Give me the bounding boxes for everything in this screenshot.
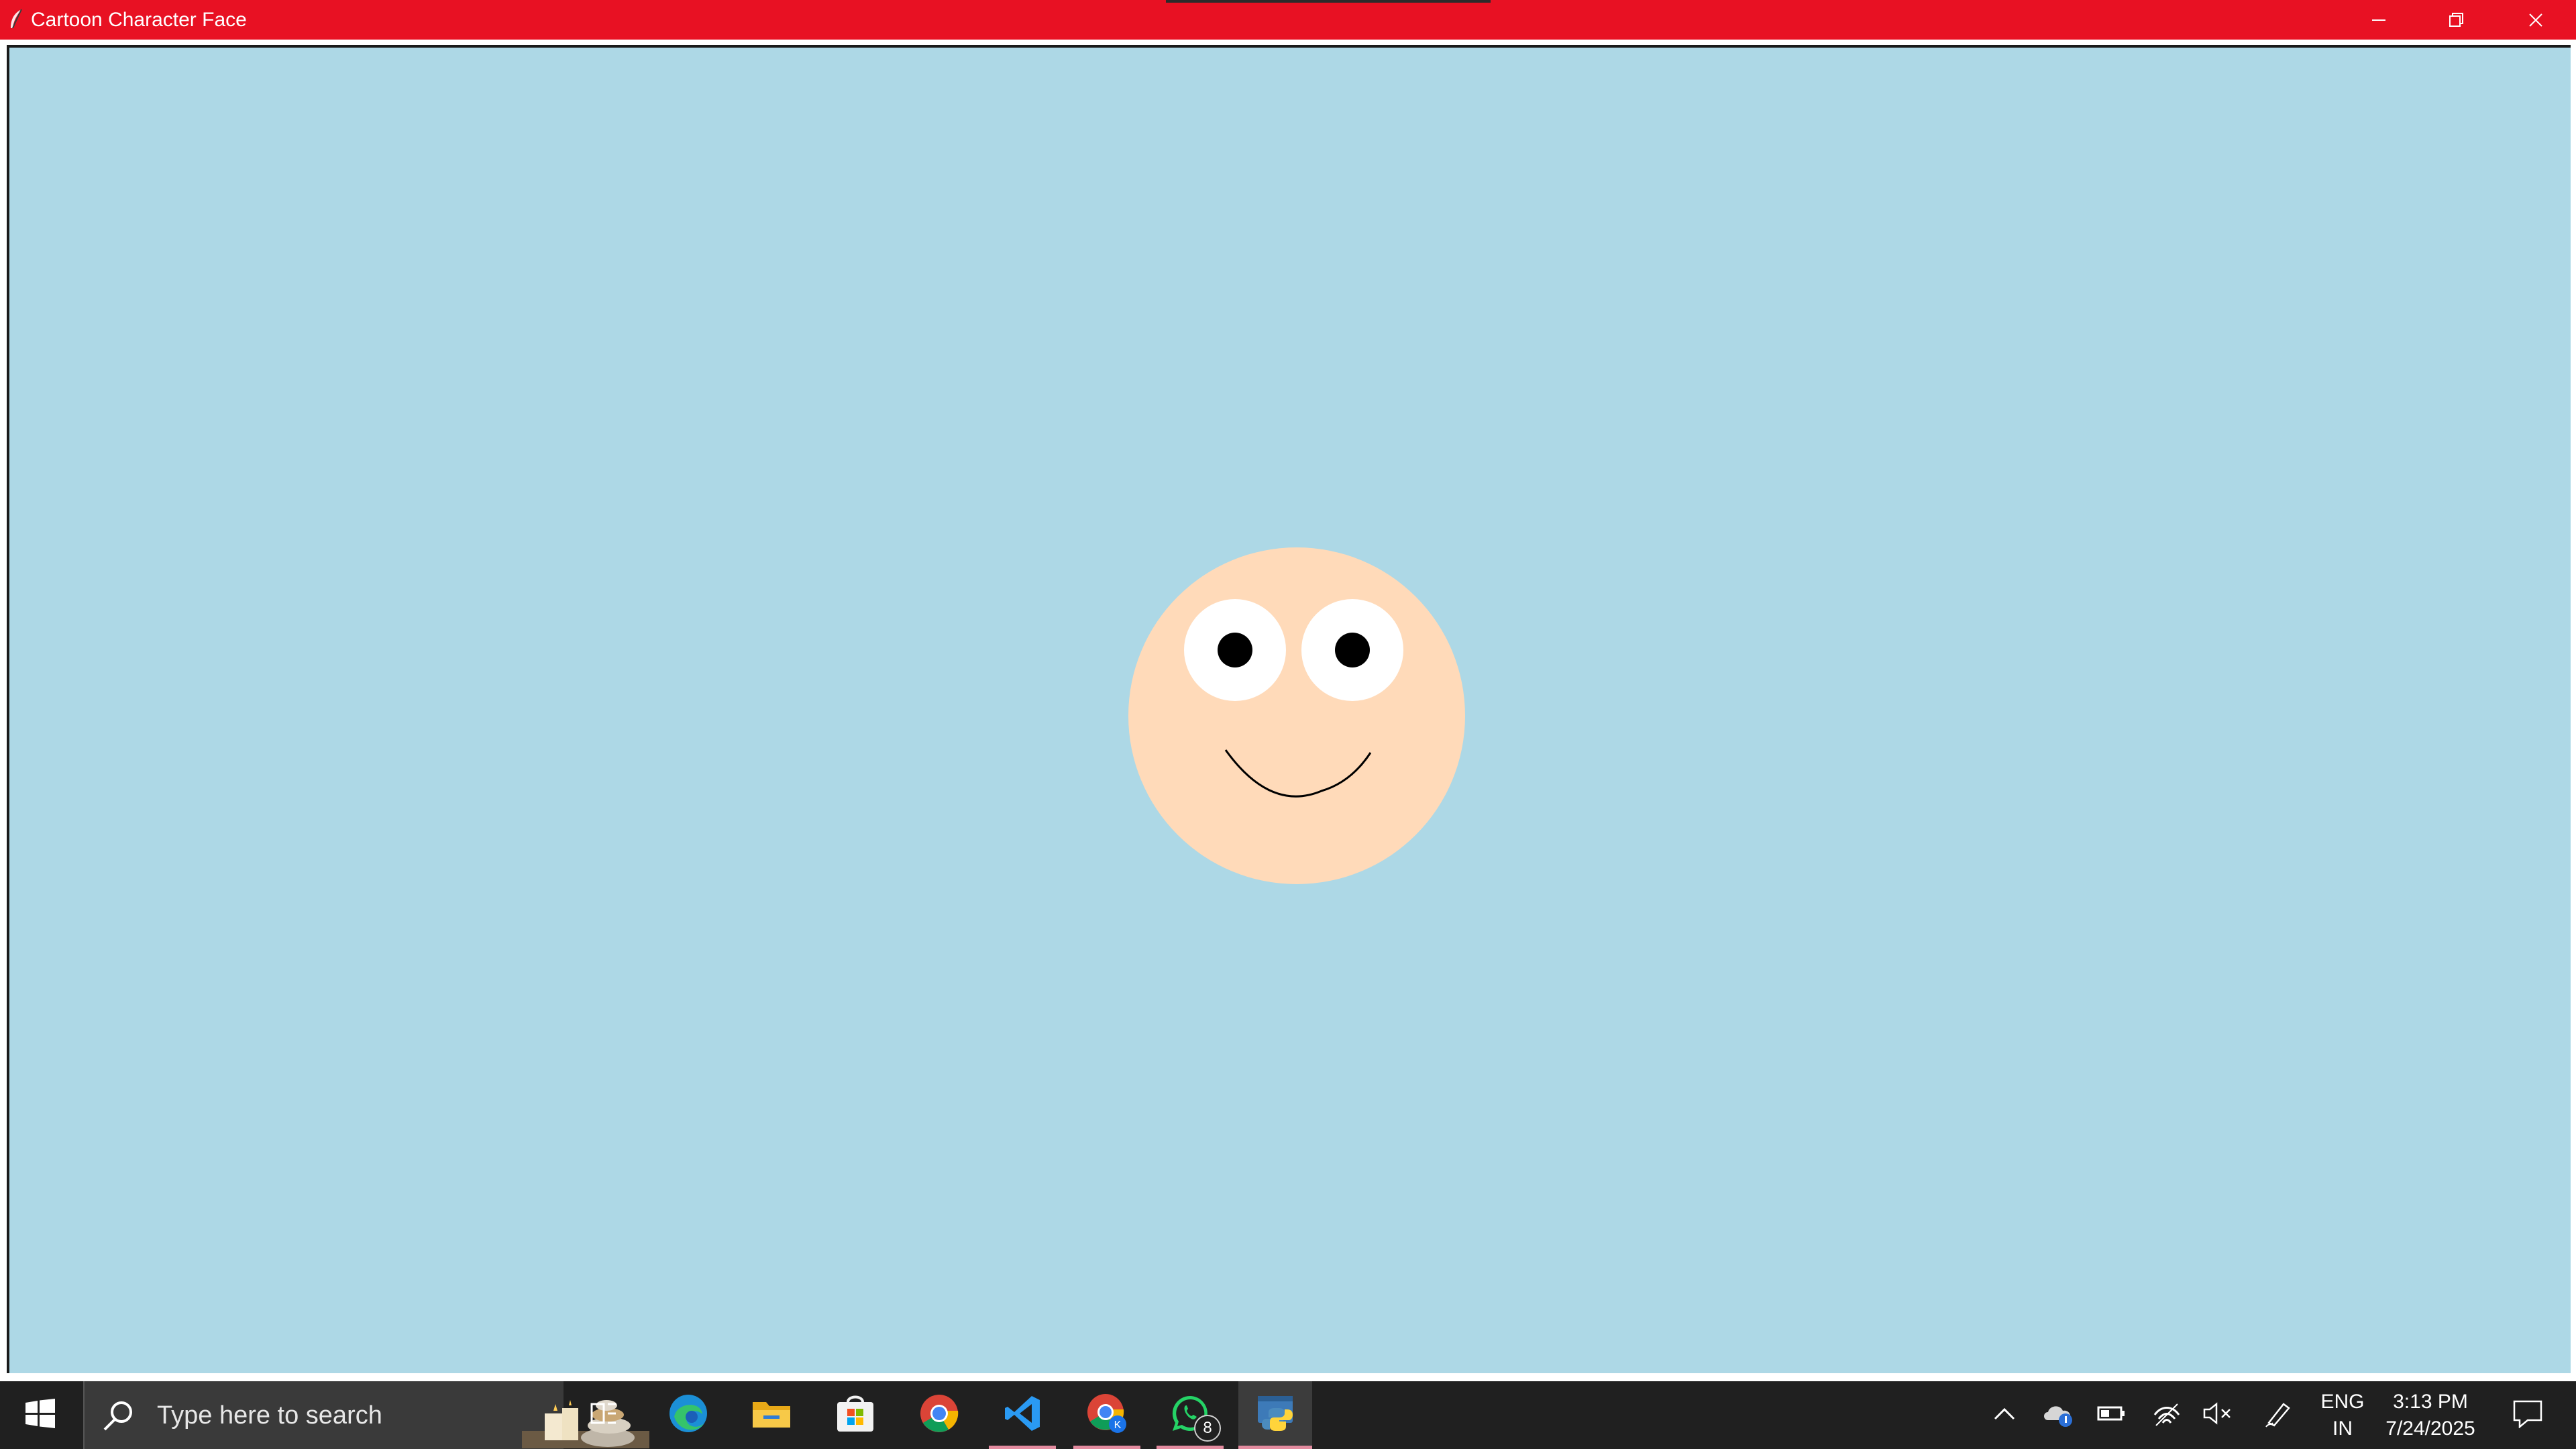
clock-date: 7/24/2025 [2385,1417,2475,1440]
battery-icon [2097,1405,2127,1426]
face-circle [1128,547,1465,884]
action-center-button[interactable] [2494,1381,2561,1449]
wifi-icon [2152,1400,2182,1430]
drag-indicator [1166,0,1491,3]
vscode-icon [1002,1393,1042,1437]
close-icon [2528,12,2544,28]
notification-icon [2512,1399,2544,1432]
running-indicator [1073,1446,1140,1449]
pen-tray-button[interactable] [2251,1381,2305,1449]
running-indicator [1157,1446,1224,1449]
start-button[interactable] [0,1381,80,1449]
microsoft-store-icon [836,1394,875,1436]
clock-time: 3:13 PM [2393,1391,2468,1413]
face-drawing [1128,547,1465,884]
minimize-button[interactable] [2340,0,2418,40]
task-view-button[interactable] [570,1381,637,1449]
taskbar-python[interactable] [1238,1381,1312,1449]
language-line2: IN [2332,1417,2353,1440]
chevron-up-icon [1994,1407,2015,1424]
wifi-tray-button[interactable] [2140,1381,2194,1449]
window-title: Cartoon Character Face [31,9,247,31]
running-indicator [1238,1446,1312,1449]
search-placeholder: Type here to search [157,1401,382,1430]
onedrive-cloud-icon [2041,1400,2075,1430]
drawing-canvas[interactable] [7,45,2571,1373]
feather-icon [7,8,25,31]
taskbar: Type here to search K 8 ENG IN 3:13 PM 7… [0,1381,2576,1449]
running-indicator [989,1446,1056,1449]
language-line1: ENG [2320,1391,2365,1413]
taskbar-file-explorer[interactable] [738,1381,805,1449]
title-bar[interactable]: Cartoon Character Face [0,0,2576,40]
taskbar-microsoft-store[interactable] [822,1381,889,1449]
restore-icon [2448,11,2465,29]
svg-text:K: K [1114,1419,1122,1431]
search-icon [101,1399,136,1437]
show-hidden-icons-button[interactable] [1978,1381,2031,1449]
task-view-icon [589,1399,619,1432]
windows-logo-icon [25,1399,55,1432]
taskbar-edge[interactable] [655,1381,722,1449]
chrome-icon [919,1393,959,1437]
battery-tray-button[interactable] [2085,1381,2139,1449]
volume-tray-button[interactable] [2191,1381,2245,1449]
left-pupil [1218,633,1252,667]
taskbar-vscode[interactable] [989,1381,1056,1449]
onedrive-tray-button[interactable] [2031,1381,2085,1449]
taskbar-chrome-profile[interactable]: K [1073,1381,1140,1449]
volume-muted-icon [2203,1401,2233,1429]
taskbar-search-box[interactable]: Type here to search [83,1381,649,1449]
chrome-profile-icon: K [1085,1392,1128,1438]
notification-badge: 8 [1194,1415,1221,1442]
edge-icon [667,1393,709,1438]
pen-icon [2263,1399,2293,1432]
taskbar-whatsapp[interactable]: 8 [1157,1381,1224,1449]
taskbar-chrome[interactable] [906,1381,973,1449]
language-indicator[interactable]: ENG IN [2314,1389,2371,1442]
minimize-icon [2371,12,2387,28]
python-icon [1255,1393,1295,1437]
clock[interactable]: 3:13 PM 7/24/2025 [2375,1389,2486,1442]
close-button[interactable] [2497,0,2575,40]
file-explorer-icon [751,1397,792,1434]
right-pupil [1335,633,1370,667]
restore-button[interactable] [2418,0,2496,40]
